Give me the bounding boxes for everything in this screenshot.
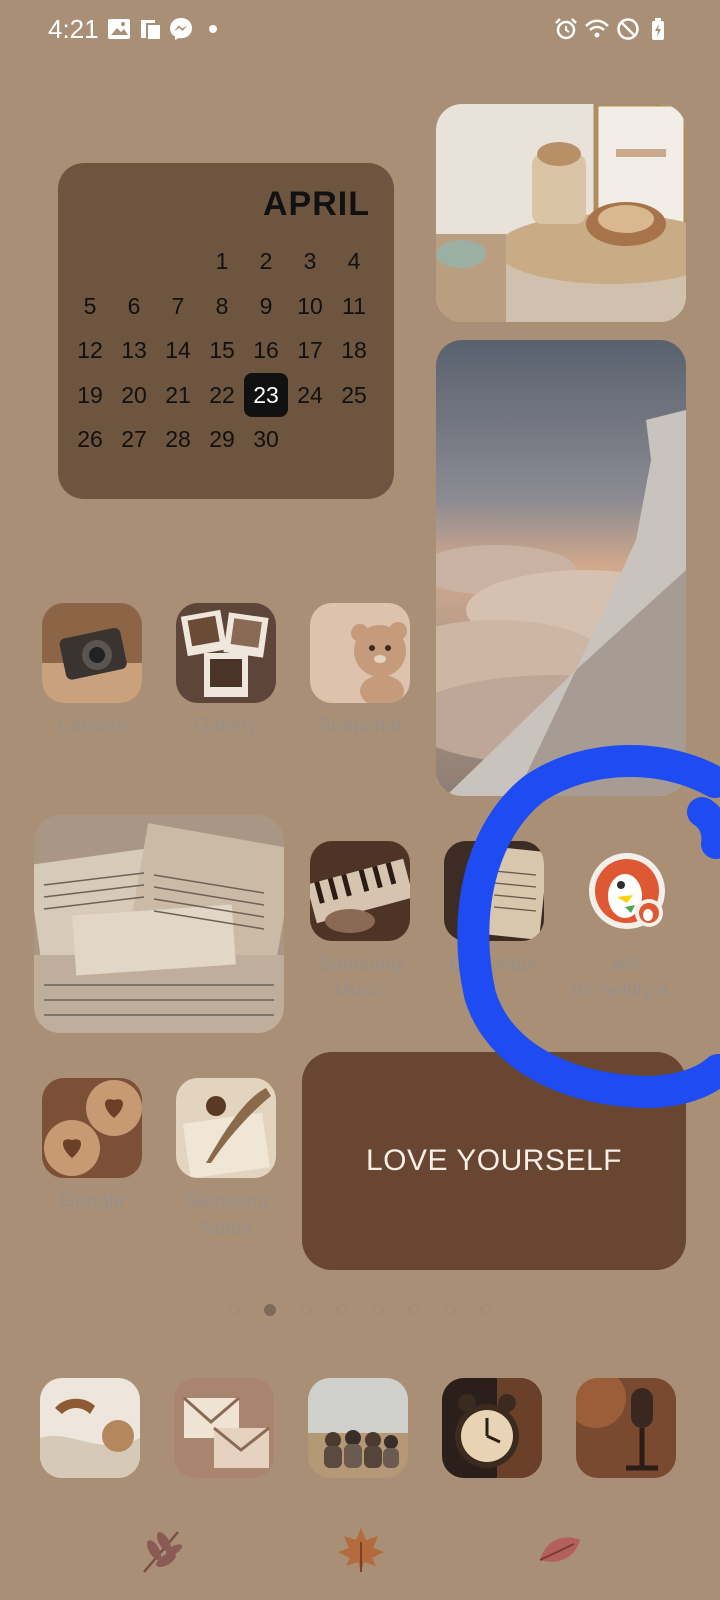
snapchat-label: Snapchat (317, 715, 403, 737)
books-photo-widget[interactable] (34, 815, 284, 1033)
books-photo (34, 815, 284, 1033)
microphone-icon (576, 1378, 676, 1478)
alarm-icon (555, 18, 577, 40)
friends-photo-icon (308, 1378, 408, 1478)
cafe-photo (436, 104, 686, 322)
phone-icon (40, 1378, 140, 1478)
calendar-day: 5 (83, 292, 97, 319)
calendar-day: 6 (127, 292, 141, 319)
calendar-day: 8 (215, 292, 229, 319)
camera-app-icon[interactable] (42, 603, 142, 703)
teddy-bear-icon (310, 603, 410, 703)
messenger-icon (170, 18, 192, 40)
clock-app-icon[interactable] (442, 1378, 542, 1478)
google-label: Google (59, 1190, 125, 1212)
clock-icon (442, 1378, 542, 1478)
calendar-day: 25 (341, 381, 367, 408)
calendar-day: 17 (297, 337, 323, 363)
polaroids-icon (176, 603, 276, 703)
annotation-circle (457, 745, 720, 1109)
calendar-day: 20 (121, 381, 147, 408)
page-dot (372, 1304, 384, 1316)
calendar-day: 2 (259, 248, 273, 274)
page-dot (228, 1304, 240, 1316)
messages-app-icon[interactable] (174, 1378, 274, 1478)
calendar-day: 9 (259, 292, 273, 319)
piano-icon (310, 841, 410, 941)
samsung-notes-app-icon[interactable] (176, 1078, 276, 1178)
page-dot (480, 1304, 492, 1316)
calendar-day: 19 (77, 381, 103, 408)
do-not-disturb-icon (617, 18, 639, 40)
samsung-notes-label: Samsung Notes (183, 1190, 269, 1239)
calendar-day: 22 (209, 381, 235, 408)
page-dot (300, 1304, 312, 1316)
calendar-day: 4 (347, 248, 361, 274)
battery-charging-icon (652, 18, 664, 40)
status-bar: 4:21 (0, 0, 720, 60)
snapchat-app-icon[interactable] (310, 603, 410, 703)
calendar-day: 26 (77, 426, 103, 452)
calendar-day: 1 (215, 248, 229, 274)
page-dot (336, 1304, 348, 1316)
friends-photo-app-icon[interactable] (308, 1378, 408, 1478)
calendar-day: 11 (342, 292, 366, 319)
page-dot (444, 1304, 456, 1316)
airplane-photo-widget[interactable] (436, 340, 686, 796)
calendar-day: 10 (297, 292, 323, 319)
autumn-leaf-icon[interactable] (536, 1530, 582, 1570)
calendar-day: 13 (121, 337, 147, 363)
samsung-music-app-icon[interactable] (310, 841, 410, 941)
heart-latte-icon (42, 1078, 142, 1178)
calendar-day: 18 (341, 337, 367, 363)
gallery-icon (108, 19, 130, 39)
camera-label: Camera (56, 715, 128, 737)
calendar-widget[interactable]: APRIL 1 2 3 4 5 6 7 8 9 10 11 12 13 14 15 16 17 18 19 20 21 2… (58, 163, 394, 499)
wifi-icon (585, 19, 609, 38)
files-icon (141, 20, 162, 41)
notification-dot-icon (209, 25, 217, 33)
calendar-day: 12 (77, 337, 103, 363)
calendar-day: 21 (165, 381, 191, 408)
calendar-day: 15 (209, 337, 235, 363)
calendar-day: 28 (165, 426, 191, 452)
calendar-day: 29 (209, 426, 235, 452)
google-app-icon[interactable] (42, 1078, 142, 1178)
love-yourself-text: LOVE YOURSELF (365, 1144, 623, 1177)
airplane-photo (436, 340, 686, 796)
calendar-day-today: 23 (244, 372, 288, 417)
calendar-month: APRIL (263, 185, 370, 223)
quill-pen-icon (176, 1078, 276, 1178)
calendar-day: 24 (297, 381, 323, 408)
calendar-day: 7 (171, 292, 185, 319)
gallery-app-icon[interactable] (176, 603, 276, 703)
phone-app-icon[interactable] (40, 1378, 140, 1478)
page-dot (408, 1304, 420, 1316)
camera-icon (42, 603, 142, 703)
maple-leaf-icon[interactable] (336, 1524, 386, 1574)
page-dot-active (264, 1304, 276, 1316)
gallery-label: Gallery (194, 715, 258, 737)
messages-icon (174, 1378, 274, 1478)
calendar-day: 3 (303, 248, 317, 274)
calendar-day: 27 (121, 426, 147, 452)
cafe-photo-widget[interactable] (436, 104, 686, 322)
samsung-music-label: Samsung Music (317, 953, 403, 1002)
calendar-day: 16 (253, 337, 279, 363)
status-time: 4:21 (48, 14, 99, 44)
leaf-icon[interactable] (138, 1526, 184, 1576)
calendar-day: 30 (253, 426, 279, 452)
microphone-app-icon[interactable] (576, 1378, 676, 1478)
calendar-day: 14 (165, 337, 191, 363)
